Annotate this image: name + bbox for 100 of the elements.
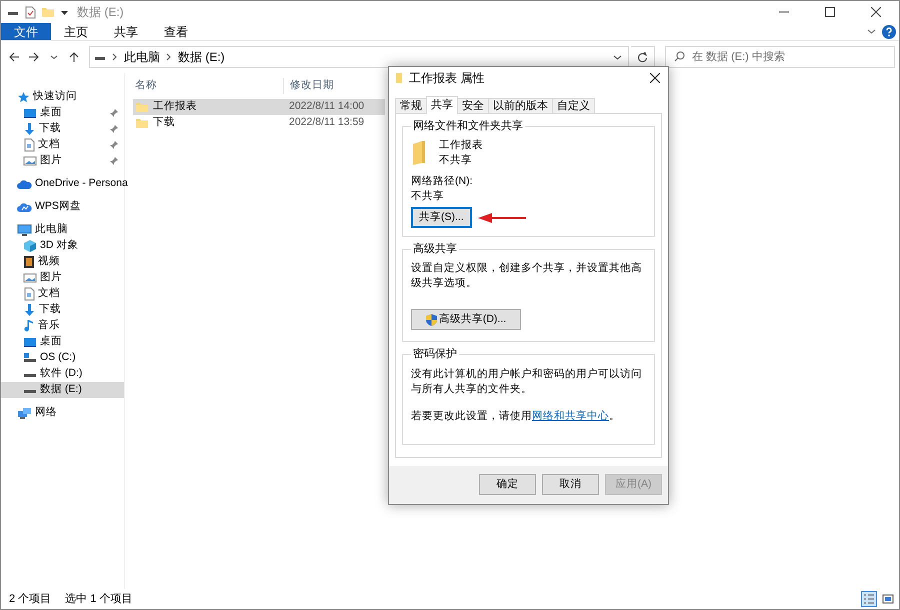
picture-icon (23, 272, 37, 284)
path-value: 不共享 (411, 189, 445, 204)
cloud-icon (17, 178, 32, 190)
dialog-title: 工作报表 属性 (409, 70, 484, 87)
folder-icon (395, 72, 403, 84)
down-arrow-icon (23, 122, 36, 136)
refresh-icon (637, 52, 648, 62)
item-label: 音乐 (38, 318, 60, 334)
path-label: 网络路径(N): (411, 174, 474, 190)
sidebar-item[interactable]: 文档 (1, 286, 124, 302)
details-view-button[interactable] (861, 591, 877, 607)
item-label: 下载 (39, 302, 61, 318)
chevron-down-icon[interactable] (867, 27, 876, 36)
folder-icon (135, 117, 149, 129)
ribbon-tab[interactable]: 查看 (151, 23, 201, 40)
maximize-icon (825, 7, 835, 17)
drive-icon (23, 352, 37, 364)
film-icon (23, 255, 35, 269)
item-label: 此电脑 (35, 222, 68, 238)
folder-icon (41, 6, 55, 18)
checklist-icon[interactable] (24, 6, 36, 18)
file-menu-tab[interactable]: 文件 (1, 23, 51, 40)
dialog-tab[interactable]: 共享 (426, 96, 458, 114)
document-icon (23, 138, 35, 152)
item-label: 快速访问 (33, 89, 77, 104)
selection-count: 选中 1 个项目 (65, 592, 132, 607)
breadcrumb[interactable]: 此电脑 (124, 48, 160, 66)
search-field[interactable]: 在 数据 (E:) 中搜索 (665, 46, 895, 68)
sidebar-item[interactable]: 快速访问 (1, 89, 124, 105)
sidebar-item[interactable]: 数据 (E:) (1, 382, 124, 398)
window-title: 数据 (E:) (77, 4, 124, 21)
document-icon (23, 287, 35, 301)
sidebar-item[interactable]: 音乐 (1, 318, 124, 334)
file-row[interactable]: 下载 2022/8/11 13:59 (133, 115, 385, 131)
group-title: 高级共享 (412, 243, 458, 256)
sidebar-item[interactable]: 视频 (1, 254, 124, 270)
sidebar-item[interactable]: 桌面 (1, 334, 124, 350)
item-label: 图片 (40, 270, 62, 286)
item-label: 桌面 (40, 334, 62, 350)
sidebar-item[interactable]: 3D 对象 (1, 238, 124, 254)
file-date: 2022/8/11 13:59 (288, 115, 364, 130)
ribbon-tab[interactable]: 共享 (101, 23, 151, 40)
search-icon (674, 51, 685, 62)
picture-icon (882, 593, 894, 605)
network-sharing-center-link[interactable]: 网络和共享中心 (532, 410, 609, 422)
music-note-icon (23, 319, 35, 333)
item-count: 2 个项目 (9, 592, 52, 607)
dialog-tab[interactable]: 常规 (395, 98, 427, 113)
ribbon-tab[interactable]: 主页 (51, 23, 101, 40)
folder-name: 工作报表 (439, 138, 483, 154)
item-label: 文档 (38, 137, 60, 152)
dialog-button[interactable]: 取消 (542, 474, 599, 496)
sidebar-item[interactable]: 文档 (1, 137, 124, 153)
dialog-tab[interactable]: 安全 (457, 98, 489, 113)
item-label: 网络 (35, 405, 57, 420)
item-label: 3D 对象 (40, 238, 78, 254)
item-label: 软件 (D:) (40, 366, 82, 382)
advanced-sharing-button[interactable]: 高级共享(D)... (411, 309, 521, 330)
group-title: 密码保护 (412, 348, 458, 362)
group-title: 网络文件和文件夹共享 (412, 120, 524, 134)
sidebar-item[interactable]: 下载 (1, 121, 124, 137)
share-button[interactable]: 共享(S)... (411, 207, 472, 228)
sidebar-item[interactable]: 下载 (1, 302, 124, 318)
chevron-right-icon (166, 53, 172, 61)
dialog-button[interactable]: 确定 (479, 474, 536, 496)
cloud-icon (17, 201, 32, 213)
left-arrow-icon (8, 51, 20, 63)
sidebar-item[interactable]: 此电脑 (1, 222, 124, 238)
column-header[interactable]: 名称 (133, 78, 283, 94)
help-icon[interactable] (882, 24, 896, 38)
cube-icon (23, 239, 37, 253)
shield-icon (426, 314, 437, 326)
sidebar-item[interactable]: OS (C:) (1, 350, 124, 366)
computer-icon (17, 224, 32, 236)
breadcrumb[interactable]: 数据 (E:) (178, 48, 225, 66)
sidebar-item[interactable]: 图片 (1, 270, 124, 286)
sidebar-item[interactable]: WPS网盘 (1, 199, 124, 215)
chevron-down-icon[interactable] (613, 52, 622, 62)
description-text: 设置自定义权限，创建多个共享，并设置其他高级共享选项。 (411, 261, 643, 292)
file-row[interactable]: 工作报表 2022/8/11 14:00 (133, 99, 385, 115)
sidebar-item[interactable]: 图片 (1, 153, 124, 169)
column-header[interactable]: 修改日期 (283, 78, 383, 94)
sidebar-item[interactable]: 网络 (1, 405, 124, 421)
item-label: 图片 (40, 153, 62, 168)
dialog-tab[interactable]: 自定义 (552, 98, 595, 113)
sidebar-item[interactable]: 软件 (D:) (1, 366, 124, 382)
network-icon (17, 406, 32, 420)
dialog-tab[interactable]: 以前的版本 (488, 98, 553, 113)
item-label: 文档 (38, 286, 60, 302)
monitor-icon (23, 336, 37, 348)
arrow-annotation (478, 212, 526, 223)
list-icon (863, 593, 875, 605)
sidebar-item[interactable]: 桌面 (1, 105, 124, 121)
right-arrow-icon (28, 51, 40, 63)
item-label: 桌面 (40, 105, 62, 120)
picture-icon (23, 155, 37, 167)
down-arrow-icon (23, 303, 36, 317)
refresh-button[interactable] (631, 46, 655, 68)
close-icon (650, 73, 660, 83)
file-name: 下载 (153, 115, 175, 130)
